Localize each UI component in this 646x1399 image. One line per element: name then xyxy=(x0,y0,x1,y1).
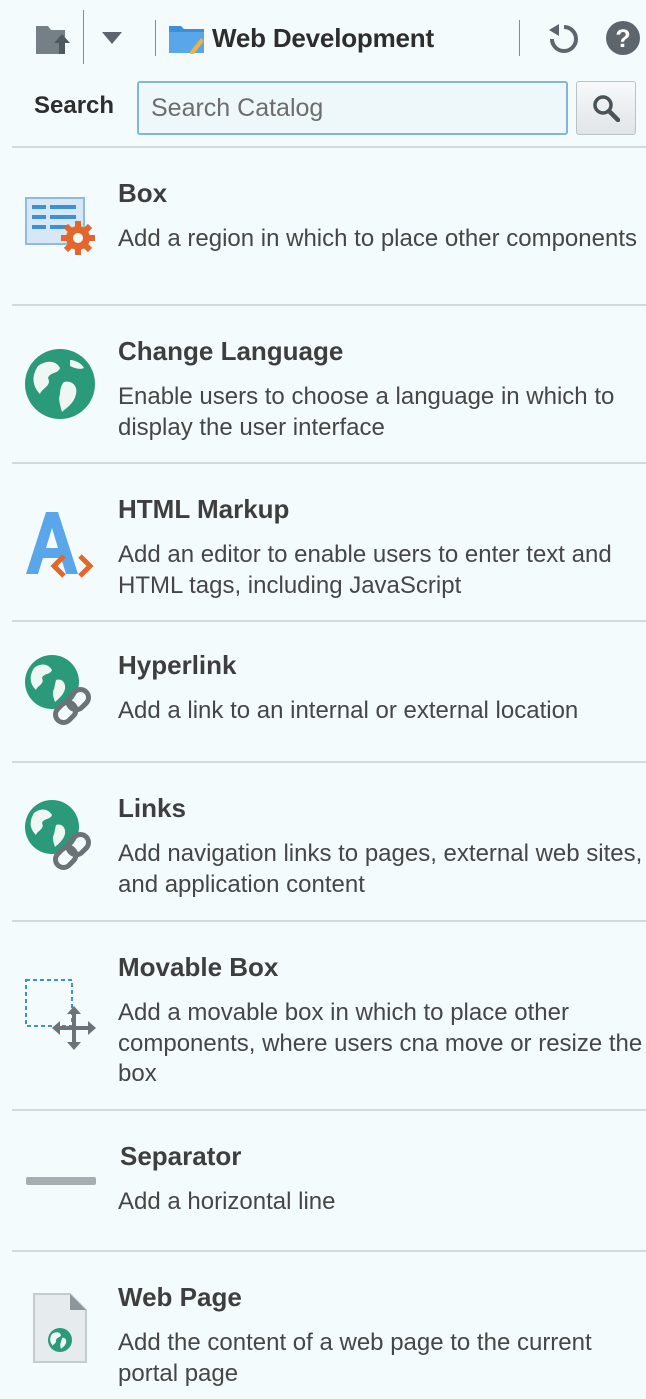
item-title: Links xyxy=(118,793,186,823)
box-region-icon xyxy=(25,197,95,255)
item-description: Add a region in which to place other com… xyxy=(118,225,637,252)
folder-upload-icon[interactable] xyxy=(34,20,74,56)
catalog-item-box[interactable]: Box Add a region in which to place other… xyxy=(12,146,646,304)
item-title: Separator xyxy=(120,1141,242,1171)
separator-icon xyxy=(26,1177,96,1185)
catalog-item-movable-box[interactable]: Movable Box Add a movable box in which t… xyxy=(12,920,646,1109)
catalog-item-hyperlink[interactable]: Hyperlink Add a link to an internal or e… xyxy=(12,620,646,761)
search-button[interactable] xyxy=(576,81,636,135)
item-description: Add navigation links to pages, external … xyxy=(118,840,643,898)
item-description: Add a movable box in which to place othe… xyxy=(118,999,643,1087)
movable-box-icon xyxy=(25,979,96,1050)
item-title: Web Page xyxy=(118,1282,242,1312)
catalog-list: Box Add a region in which to place other… xyxy=(12,146,646,1399)
item-title: Movable Box xyxy=(118,952,279,982)
folder-title[interactable]: Web Development xyxy=(168,18,434,58)
item-description: Add the content of a web page to the cur… xyxy=(118,1329,592,1387)
item-title: HTML Markup xyxy=(118,494,290,524)
globe-link-icon xyxy=(25,655,91,725)
item-description: Add a horizontal line xyxy=(118,1188,336,1215)
svg-text:?: ? xyxy=(615,25,630,53)
html-markup-icon xyxy=(26,512,94,578)
globe-link-icon xyxy=(25,800,91,870)
item-description: Add an editor to enable users to enter t… xyxy=(118,541,612,599)
catalog-item-links[interactable]: Links Add navigation links to pages, ext… xyxy=(12,761,646,920)
help-icon[interactable]: ? xyxy=(605,20,641,56)
search-label: Search xyxy=(34,92,115,119)
catalog-item-separator[interactable]: Separator Add a horizontal line xyxy=(12,1109,646,1250)
folder-title-label: Web Development xyxy=(212,22,434,53)
item-title: Box xyxy=(118,178,168,208)
catalog-item-html-markup[interactable]: HTML Markup Add an editor to enable user… xyxy=(12,462,646,620)
chevron-down-icon[interactable] xyxy=(101,31,123,45)
web-page-icon xyxy=(33,1293,87,1363)
globe-icon xyxy=(25,349,95,419)
folder-icon xyxy=(169,26,204,54)
item-title: Hyperlink xyxy=(118,650,237,680)
item-description: Enable users to choose a language in whi… xyxy=(118,383,615,441)
search-input[interactable] xyxy=(137,81,568,135)
item-title: Change Language xyxy=(118,336,344,366)
search-bar: Search xyxy=(0,78,646,144)
toolbar: Web Development ? xyxy=(0,0,646,76)
catalog-item-change-language[interactable]: Change Language Enable users to choose a… xyxy=(12,304,646,462)
magnifier-icon xyxy=(593,95,620,122)
catalog-item-web-page[interactable]: Web Page Add the content of a web page t… xyxy=(12,1250,646,1399)
item-description: Add a link to an internal or external lo… xyxy=(118,697,579,724)
refresh-icon[interactable] xyxy=(546,22,582,56)
